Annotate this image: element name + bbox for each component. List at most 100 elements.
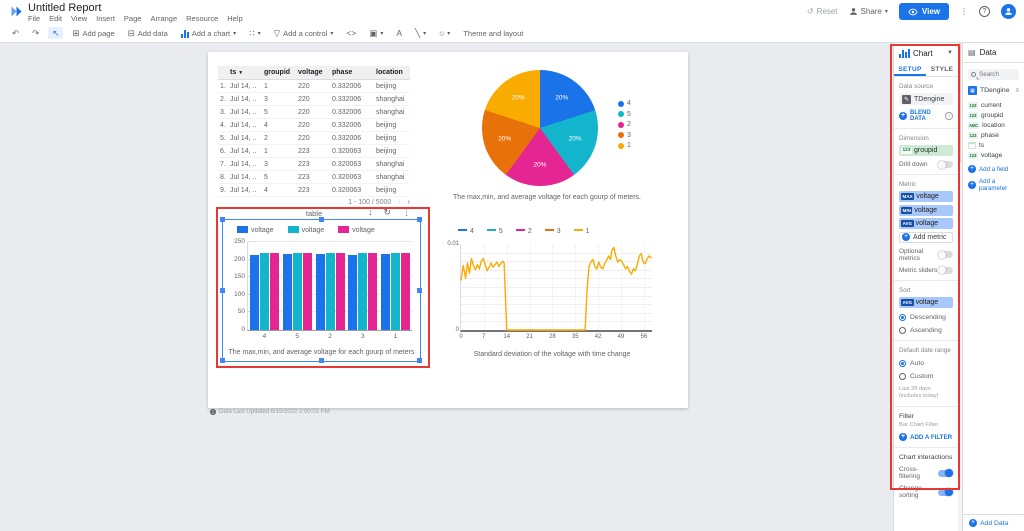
field-search[interactable] — [968, 69, 1019, 80]
field-current[interactable]: 123current — [968, 100, 1019, 110]
toolbar-textbox-button[interactable]: A — [392, 27, 406, 39]
collapse-fields-icon[interactable]: ≡ — [1015, 88, 1019, 94]
sort-option-descending[interactable]: Descending — [899, 314, 953, 321]
toolbar-shape-button[interactable]: ○▾ — [435, 27, 454, 39]
toolbar-add-page-button[interactable]: ⊞Add page — [68, 27, 118, 40]
toolbar-embed-button[interactable]: <> — [342, 27, 360, 39]
optional-metrics-toggle[interactable] — [938, 251, 953, 258]
selection-handle[interactable] — [319, 358, 324, 363]
bar-chart-selected[interactable]: voltagevoltagevoltage 050100150200250452… — [222, 219, 421, 362]
reset-button[interactable]: ↺ Reset — [807, 7, 838, 16]
data-panel-title: Data — [980, 48, 997, 57]
col-voltage[interactable]: voltage — [296, 66, 330, 80]
toggle-switch[interactable] — [938, 489, 953, 496]
add-field-link[interactable]: + Add a field — [968, 165, 1019, 173]
page-prev-icon[interactable]: ‹ — [398, 199, 400, 206]
legend-swatch — [288, 226, 299, 233]
table-header-row: ts ▼ groupid voltage phase location — [218, 66, 410, 80]
toolbar-add-chart-button[interactable]: Add a chart▾ — [177, 27, 240, 40]
toolbar-undo-button[interactable]: ↶ — [8, 27, 23, 39]
refresh-icon[interactable]: ↻ — [384, 207, 392, 218]
field-voltage[interactable]: 123voltage — [968, 150, 1019, 160]
col-groupid[interactable]: groupid — [262, 66, 296, 80]
toggle-switch[interactable] — [938, 470, 953, 477]
export-icon[interactable]: ↓ — [368, 207, 373, 218]
add-filter-button[interactable]: + ADD A FILTER — [899, 433, 953, 441]
field-location[interactable]: ABClocation — [968, 120, 1019, 130]
field-phase[interactable]: 123phase — [968, 130, 1019, 140]
tab-style[interactable]: STYLE — [926, 63, 958, 76]
report-title[interactable]: Untitled Report — [28, 2, 101, 14]
table-cell: 220 — [296, 93, 330, 106]
chart-more-vert-icon[interactable]: ⋮ — [402, 207, 411, 218]
sort-metric-chip[interactable]: AVG voltage — [899, 297, 953, 308]
drill-down-toggle[interactable] — [938, 161, 953, 168]
menu-page[interactable]: Page — [124, 14, 142, 23]
menu-insert[interactable]: Insert — [96, 14, 115, 23]
menu-edit[interactable]: Edit — [49, 14, 62, 23]
col-ts[interactable]: ts ▼ — [228, 66, 262, 80]
blend-info-icon[interactable]: i — [945, 112, 953, 120]
help-icon[interactable]: ? — [979, 6, 990, 17]
selection-handle[interactable] — [319, 217, 324, 222]
toolbar-add-data-button[interactable]: ⊟Add data — [124, 27, 172, 40]
date-option-custom[interactable]: Custom — [899, 373, 953, 380]
table-cell: 0.332006 — [330, 119, 374, 132]
menu-view[interactable]: View — [71, 14, 87, 23]
sort-option-ascending[interactable]: Ascending — [899, 327, 953, 334]
legend-item: 1 — [574, 228, 590, 235]
table-cell: 223 — [296, 171, 330, 184]
selection-handle[interactable] — [417, 358, 422, 363]
toolbar-select-button[interactable]: ↖ — [48, 27, 63, 39]
toolbar-image-button[interactable]: ▣▾ — [365, 27, 387, 39]
dimension-chip-groupid[interactable]: 123 groupid — [899, 145, 953, 156]
selection-handle[interactable] — [417, 217, 422, 222]
page-next-icon[interactable]: › — [408, 199, 410, 206]
selection-handle[interactable] — [417, 288, 422, 293]
metric-chip-min[interactable]: MINvoltage — [899, 205, 953, 216]
pie-chart[interactable]: 45231 The max,min, and average voltage f… — [436, 60, 672, 208]
share-button[interactable]: Share ▾ — [849, 7, 888, 16]
toolbar-add-control-button[interactable]: ▽Add a control▾ — [270, 27, 338, 40]
selection-handle[interactable] — [220, 358, 225, 363]
field-groupid[interactable]: 123groupid — [968, 110, 1019, 120]
menu-file[interactable]: File — [28, 14, 40, 23]
field-ts[interactable]: ts — [968, 140, 1019, 150]
toolbar-community-viz-button[interactable]: ∷▾ — [245, 27, 264, 39]
selection-handle[interactable] — [220, 288, 225, 293]
add-parameter-link[interactable]: + Add a parameter — [968, 178, 1019, 192]
metric-chip-max[interactable]: MAXvoltage — [899, 191, 953, 202]
x-tick-label: 28 — [549, 334, 556, 340]
tdengine-source-icon: ▦ — [968, 86, 977, 95]
selection-handle[interactable] — [220, 217, 225, 222]
col-location[interactable]: location — [374, 66, 410, 80]
menu-arrange[interactable]: Arrange — [150, 14, 177, 23]
report-page[interactable]: ts ▼ groupid voltage phase location 1.Ju… — [208, 52, 688, 408]
add-metric-button[interactable]: + Add metric — [899, 232, 953, 243]
toolbar-theme-button[interactable]: Theme and layout — [459, 27, 527, 40]
view-button[interactable]: View — [899, 3, 949, 20]
blend-data-link[interactable]: + BLEND DATA — [899, 110, 945, 122]
data-source-chip[interactable]: ✎ TDengine — [899, 93, 953, 105]
data-source-row[interactable]: ▦ TDengine ≡ — [968, 86, 1019, 95]
table-chart[interactable]: ts ▼ groupid voltage phase location 1.Ju… — [218, 66, 410, 218]
toolbar-redo-button[interactable]: ↷ — [28, 27, 43, 39]
toolbar-line-button[interactable]: ╲▾ — [411, 27, 430, 39]
table-cell: Jul 14, .. — [228, 106, 262, 119]
edit-pencil-icon[interactable]: ✎ — [902, 95, 911, 104]
bar-voltage — [270, 253, 279, 330]
more-vert-icon[interactable]: ⋮ — [960, 7, 968, 16]
search-input[interactable] — [979, 71, 1016, 78]
col-phase[interactable]: phase — [330, 66, 374, 80]
line-chart[interactable]: 45231 07142128354249560.010 Standard dev… — [440, 224, 664, 360]
chevron-down-icon[interactable]: ▼ — [947, 50, 953, 56]
date-option-auto[interactable]: Auto — [899, 360, 953, 367]
share-caret-icon[interactable]: ▾ — [885, 8, 888, 15]
metric-chip-avg[interactable]: AVGvoltage — [899, 218, 953, 229]
avatar[interactable] — [1001, 4, 1016, 19]
add-data-button[interactable]: + Add Data — [963, 514, 1024, 531]
menu-help[interactable]: Help — [227, 14, 242, 23]
tab-setup[interactable]: SETUP — [894, 63, 926, 76]
menu-resource[interactable]: Resource — [186, 14, 218, 23]
metric-sliders-toggle[interactable] — [938, 267, 953, 274]
